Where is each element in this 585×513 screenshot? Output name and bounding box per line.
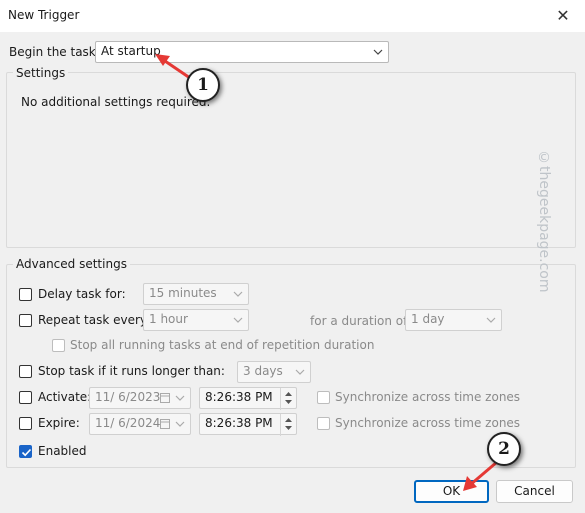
step-badge-1: 1	[186, 68, 220, 102]
arrow-2	[463, 460, 498, 491]
step-badge-2: 2	[487, 432, 521, 466]
arrow-1	[155, 54, 191, 80]
